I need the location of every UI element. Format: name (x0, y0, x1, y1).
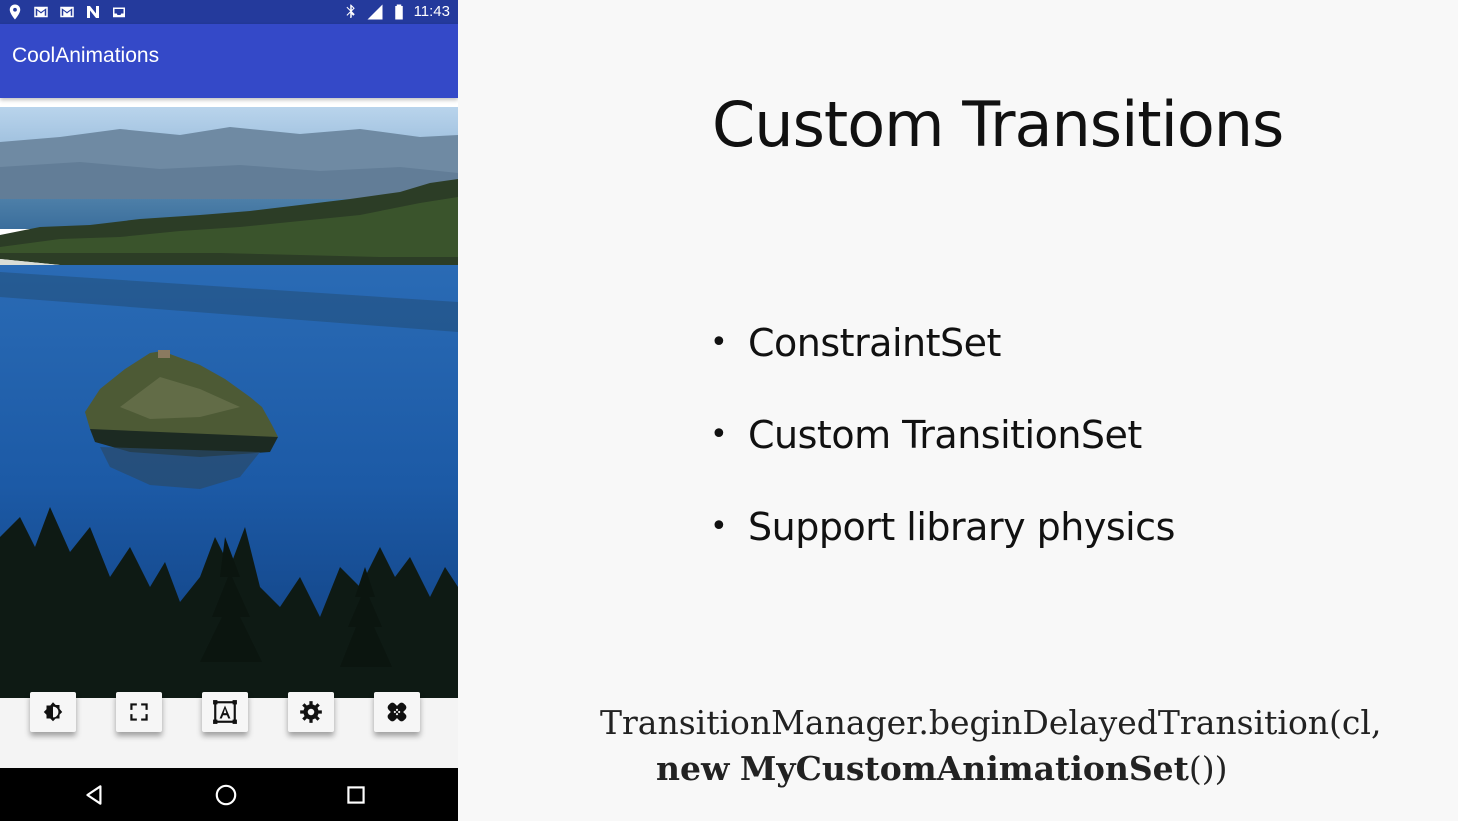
phone-screen: 11:43 CoolAnimations (0, 0, 458, 821)
code-class-name: MyCustomAnimationSet (739, 749, 1189, 788)
bullet-list: ConstraintSet Custom TransitionSet Suppo… (710, 318, 1175, 594)
bullet-item: ConstraintSet (710, 318, 1175, 410)
back-icon (86, 785, 102, 805)
settings-icon (300, 701, 322, 723)
code-line: TransitionManager.beginDelayedTransition… (600, 703, 1382, 742)
presentation-slide: Custom Transitions ConstraintSet Custom … (458, 0, 1458, 821)
back-button[interactable] (80, 780, 110, 810)
code-punctuation: ()) (1188, 749, 1228, 788)
settings-button[interactable] (288, 692, 334, 732)
text-format-icon (213, 700, 237, 724)
app-bar: CoolAnimations (0, 24, 458, 98)
bluetooth-icon (342, 3, 360, 21)
status-time: 11:43 (413, 3, 450, 20)
fullscreen-button[interactable] (116, 692, 162, 732)
recents-icon (347, 786, 365, 804)
battery-icon (390, 3, 408, 21)
inbox-icon (110, 3, 128, 21)
brightness-icon (43, 702, 63, 722)
recents-button[interactable] (341, 780, 371, 810)
code-keyword: new (656, 749, 730, 788)
bullet-item: Support library physics (710, 502, 1175, 594)
brightness-button[interactable] (30, 692, 76, 732)
bottom-toolbar (0, 692, 458, 768)
lake-image (0, 107, 458, 704)
lte-signal-icon (366, 3, 384, 21)
navigation-bar (0, 768, 458, 821)
healing-icon (387, 702, 407, 722)
text-format-button[interactable] (202, 692, 248, 732)
home-button[interactable] (211, 780, 241, 810)
fullscreen-icon (130, 703, 148, 721)
slide-title: Custom Transitions (712, 88, 1284, 161)
lake-photo (0, 107, 458, 704)
system-icons: 11:43 (342, 3, 450, 21)
code-snippet: TransitionManager.beginDelayedTransition… (600, 700, 1381, 792)
gmail-icon (32, 3, 50, 21)
app-title: CoolAnimations (12, 44, 160, 67)
location-pin-icon (6, 3, 24, 21)
nfc-n-icon (84, 3, 102, 21)
status-bar: 11:43 (0, 0, 458, 24)
code-line: new MyCustomAnimationSet()) (600, 746, 1381, 792)
gmail-icon (58, 3, 76, 21)
bullet-item: Custom TransitionSet (710, 410, 1175, 502)
home-icon (215, 784, 237, 806)
notification-icons (6, 3, 128, 21)
healing-button[interactable] (374, 692, 420, 732)
